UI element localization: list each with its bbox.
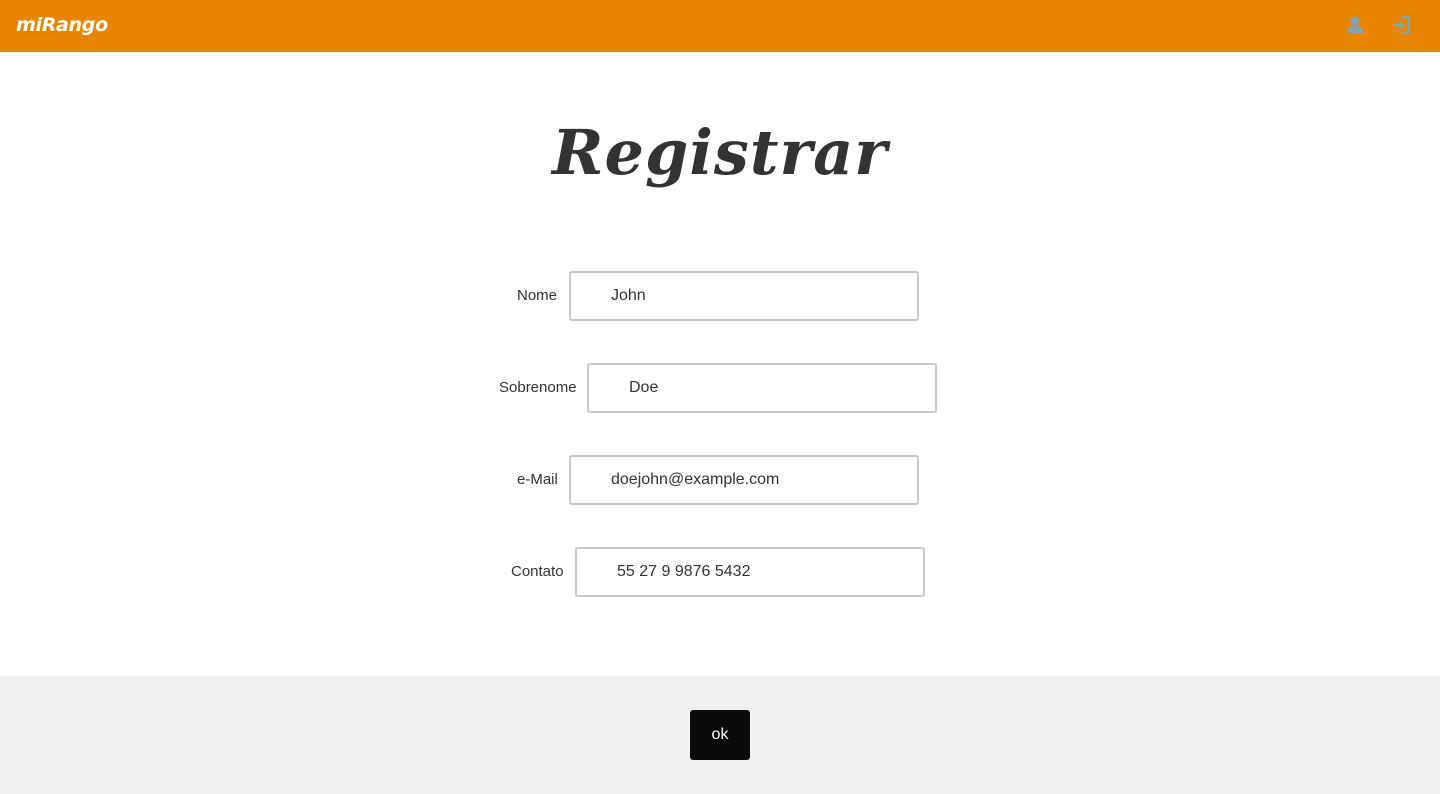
user-icon[interactable]	[1344, 14, 1366, 36]
nome-input[interactable]	[569, 271, 919, 321]
nome-label: Nome	[517, 287, 558, 304]
contato-input[interactable]	[575, 547, 925, 597]
top-navbar: miRango	[0, 0, 1440, 52]
app-logo[interactable]: miRango	[16, 14, 108, 36]
page-title: Registrar	[552, 116, 888, 189]
ok-button[interactable]: ok	[690, 710, 750, 760]
email-label: e-Mail	[517, 471, 558, 488]
contato-label: Contato	[511, 563, 564, 580]
login-icon[interactable]	[1391, 14, 1413, 36]
email-input[interactable]	[569, 455, 919, 505]
sobrenome-label: Sobrenome	[499, 379, 577, 396]
sobrenome-input[interactable]	[587, 363, 937, 413]
